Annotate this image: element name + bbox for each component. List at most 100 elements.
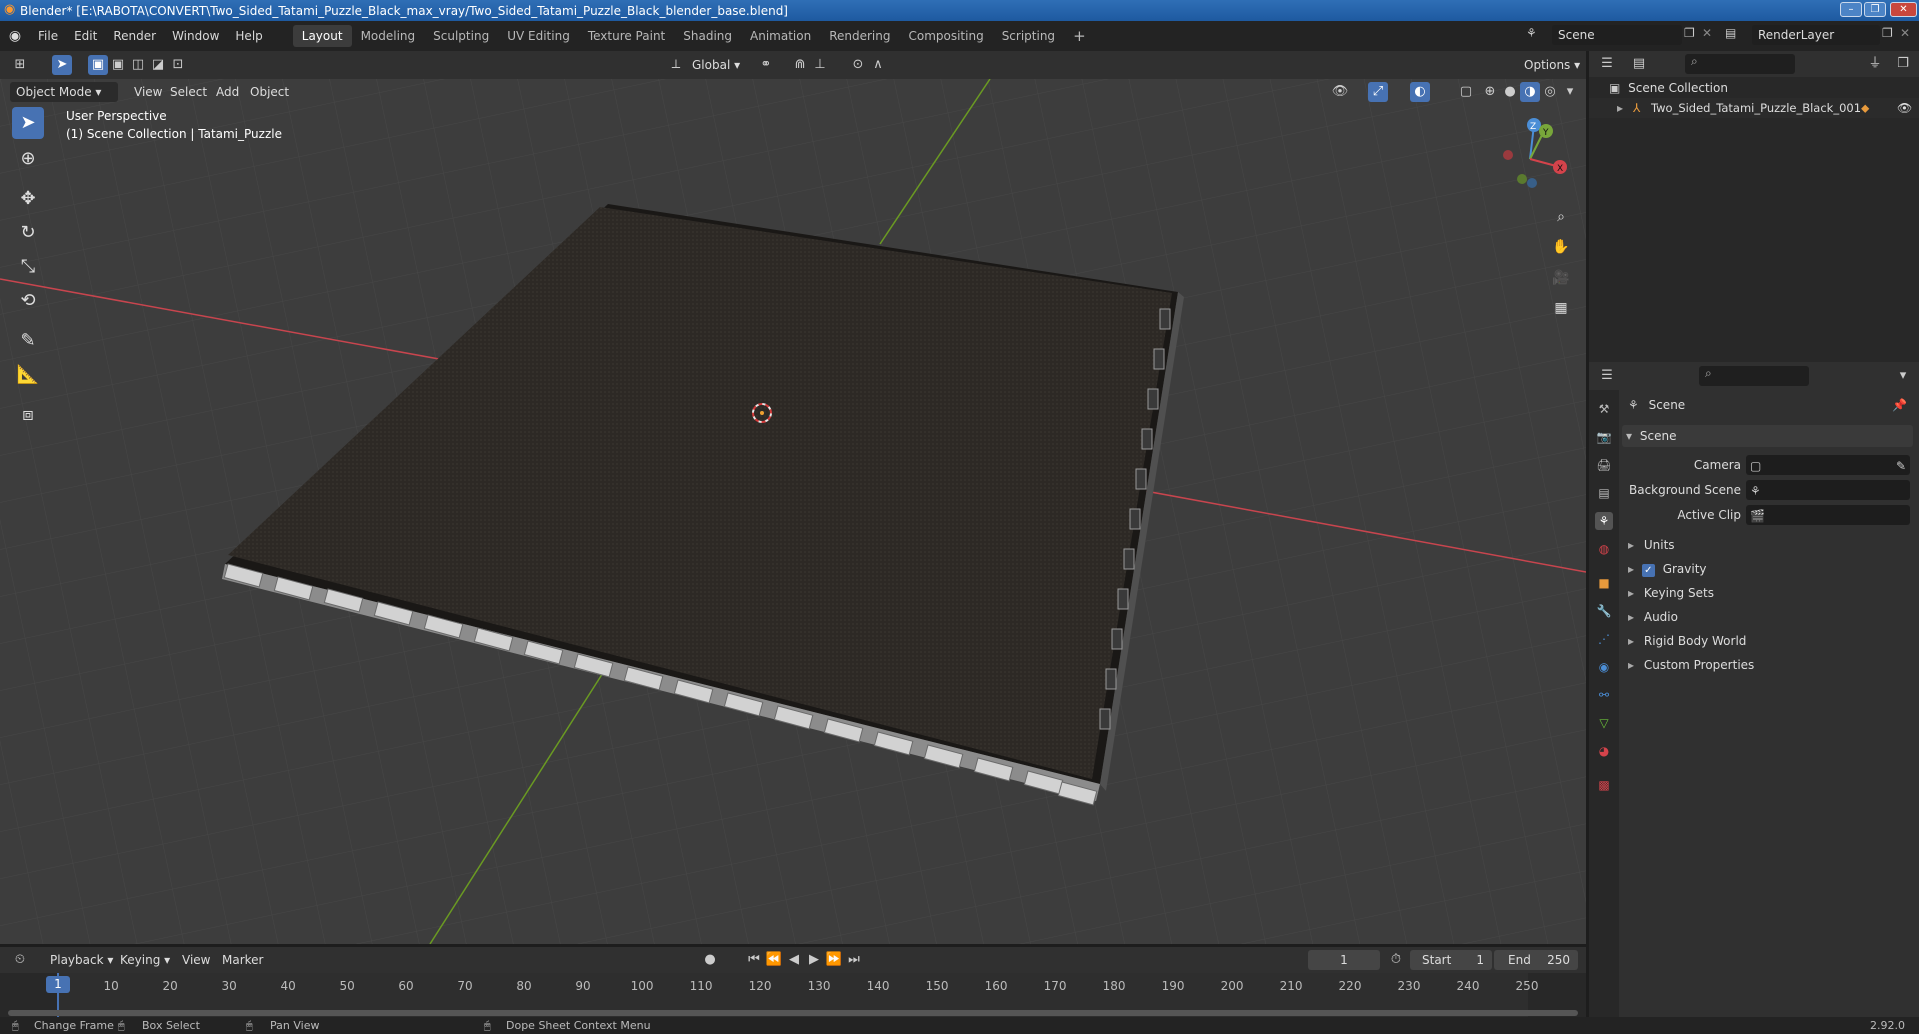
restore-button[interactable]: ❐ <box>1864 2 1886 17</box>
particles-tab-icon[interactable]: ⋰ <box>1595 630 1613 648</box>
current-frame-input[interactable]: 1 <box>1308 950 1380 970</box>
render-tab-icon[interactable]: 📷 <box>1595 428 1613 446</box>
close-window-button[interactable]: ✕ <box>1890 2 1917 17</box>
scene-panel-header[interactable]: ▾ Scene <box>1622 425 1913 447</box>
menu-timeline-view[interactable]: View <box>176 950 216 970</box>
workspace-tab-modeling[interactable]: Modeling <box>352 25 425 47</box>
constraints-tab-icon[interactable]: ⚯ <box>1595 686 1613 704</box>
workspace-tab-shading[interactable]: Shading <box>674 25 741 47</box>
zoom-icon[interactable]: ⌕ <box>1548 204 1574 230</box>
world-tab-icon[interactable]: ◍ <box>1595 540 1613 558</box>
visibility-eye-icon[interactable]: 👁 <box>1897 98 1912 118</box>
data-tab-icon[interactable]: ▽ <box>1595 714 1613 732</box>
output-tab-icon[interactable]: 🖨 <box>1595 456 1613 474</box>
display-mode-icon[interactable]: ▤ <box>1629 54 1649 74</box>
next-keyframe-icon[interactable]: ⏩ <box>824 950 844 970</box>
outliner-search-input[interactable]: ⌕ <box>1685 54 1795 74</box>
workspace-tab-layout[interactable]: Layout <box>292 25 352 47</box>
navigation-gizmo[interactable]: Z Y X <box>1490 115 1570 195</box>
shading-options-icon[interactable]: ▾ <box>1560 82 1580 102</box>
blender-menu-icon[interactable]: ◉ <box>0 28 30 44</box>
workspace-tab-uv-editing[interactable]: UV Editing <box>498 25 579 47</box>
select-new-icon[interactable]: ▣ <box>88 55 108 75</box>
prev-keyframe-icon[interactable]: ⏪ <box>764 950 784 970</box>
workspace-tab-texture-paint[interactable]: Texture Paint <box>579 25 674 47</box>
audio-section[interactable]: ▸ Audio <box>1628 606 1913 628</box>
workspace-tab-animation[interactable]: Animation <box>741 25 820 47</box>
rotate-tool-icon[interactable]: ↻ <box>12 217 44 249</box>
tool-tab-icon[interactable]: ⚒ <box>1595 400 1613 418</box>
rendered-shading-icon[interactable]: ◎ <box>1540 82 1560 102</box>
pin-icon[interactable]: 📌 <box>1892 394 1907 416</box>
expand-arrow-icon[interactable]: ▸ <box>1617 98 1623 118</box>
keying-sets-section[interactable]: ▸ Keying Sets <box>1628 582 1913 604</box>
solid-shading-icon[interactable]: ● <box>1500 82 1520 102</box>
jump-end-icon[interactable]: ⏭ <box>844 950 864 970</box>
scene-icon[interactable]: ⚘ <box>1526 26 1537 40</box>
options-dropdown[interactable]: Options ▾ <box>1518 55 1580 75</box>
menu-view[interactable]: View <box>128 82 168 102</box>
pivot-point-icon[interactable]: ⚭ <box>756 55 776 75</box>
outliner-root-row[interactable]: ▣ Scene Collection <box>1609 78 1728 98</box>
select-tool-icon[interactable]: ➤ <box>52 55 72 75</box>
new-collection-icon[interactable]: ❐ <box>1893 54 1913 74</box>
workspace-tab-sculpting[interactable]: Sculpting <box>424 25 498 47</box>
play-icon[interactable]: ▶ <box>804 950 824 970</box>
xray-icon[interactable]: ▢ <box>1456 82 1476 102</box>
menu-object[interactable]: Object <box>244 82 295 102</box>
eyedropper-icon[interactable]: ✎ <box>1896 455 1906 477</box>
proportional-edit-icon[interactable]: ⊙ <box>848 55 868 75</box>
move-tool-icon[interactable]: ✥ <box>12 183 44 215</box>
visibility-icon[interactable]: 👁 <box>1330 82 1350 102</box>
overlay-toggle-icon[interactable]: ◐ <box>1410 82 1430 102</box>
menu-window[interactable]: Window <box>164 29 227 43</box>
playhead-handle[interactable]: 1 <box>46 976 70 993</box>
menu-add[interactable]: Add <box>210 82 245 102</box>
camera-view-icon[interactable]: 🎥 <box>1548 265 1574 291</box>
material-shading-icon[interactable]: ◑ <box>1520 82 1540 102</box>
transform-orientation-dropdown[interactable]: Global ▾ <box>686 55 746 75</box>
scale-tool-icon[interactable]: ⤡ <box>12 251 44 283</box>
menu-file[interactable]: File <box>30 29 66 43</box>
menu-select[interactable]: Select <box>164 82 213 102</box>
new-view-layer-icon[interactable]: ❐ <box>1882 26 1893 40</box>
scene-tab-icon[interactable]: ⚘ <box>1595 512 1613 530</box>
scene-selector[interactable]: Scene <box>1552 25 1682 45</box>
properties-editor-icon[interactable]: ☰ <box>1597 366 1617 386</box>
select-extend-icon[interactable]: ▣ <box>108 55 128 75</box>
view-layer-icon[interactable]: ▤ <box>1725 26 1736 40</box>
perspective-toggle-icon[interactable]: ▦ <box>1548 295 1574 321</box>
select-subtract-icon[interactable]: ◫ <box>128 55 148 75</box>
preview-range-icon[interactable]: ⏱ <box>1386 950 1406 970</box>
view-layer-tab-icon[interactable]: ▤ <box>1595 484 1613 502</box>
axis-gizmo[interactable]: Z Y X <box>1490 115 1570 195</box>
pan-hand-icon[interactable]: ✋ <box>1548 234 1574 260</box>
add-cube-tool-icon[interactable]: ⧈ <box>12 399 44 431</box>
menu-render[interactable]: Render <box>105 29 164 43</box>
camera-field[interactable]: ▢ ✎ <box>1746 455 1910 475</box>
view-layer-selector[interactable]: RenderLayer <box>1752 25 1880 45</box>
play-reverse-icon[interactable]: ◀ <box>784 950 804 970</box>
object-tab-icon[interactable]: ■ <box>1595 574 1613 592</box>
select-intersect-icon[interactable]: ⊡ <box>168 55 188 75</box>
start-frame-input[interactable]: Start 1 <box>1410 950 1492 970</box>
menu-marker[interactable]: Marker <box>216 950 269 970</box>
object-data-icon[interactable]: ⬥ <box>1861 98 1869 118</box>
timeline-scrollbar[interactable] <box>8 1010 1578 1016</box>
snap-toggle-icon[interactable]: ⋒ <box>790 55 810 75</box>
delete-view-layer-icon[interactable]: ✕ <box>1900 26 1910 40</box>
outliner-item-row[interactable]: ▸ ⅄ Two_Sided_Tatami_Puzzle_Black_001 ⬥ … <box>1589 98 1919 118</box>
editor-type-icon[interactable]: ⊞ <box>10 55 30 75</box>
object-mode-dropdown[interactable]: Object Mode ▾ <box>10 82 118 102</box>
transform-tool-icon[interactable]: ⟲ <box>12 285 44 317</box>
background-scene-field[interactable]: ⚘ <box>1746 480 1910 500</box>
jump-start-icon[interactable]: ⏮ <box>744 950 764 970</box>
3d-viewport[interactable]: Object Mode ▾ View Select Add Object 👁 ⤢… <box>0 79 1586 944</box>
timeline-editor-icon[interactable]: ⏲ <box>10 950 30 970</box>
annotate-tool-icon[interactable]: ✎ <box>12 325 44 357</box>
physics-tab-icon[interactable]: ◉ <box>1595 658 1613 676</box>
snap-target-icon[interactable]: ⊥ <box>810 55 830 75</box>
workspace-tab-scripting[interactable]: Scripting <box>993 25 1064 47</box>
measure-tool-icon[interactable]: 📐 <box>12 359 44 391</box>
material-tab-icon[interactable]: ◕ <box>1595 742 1613 760</box>
